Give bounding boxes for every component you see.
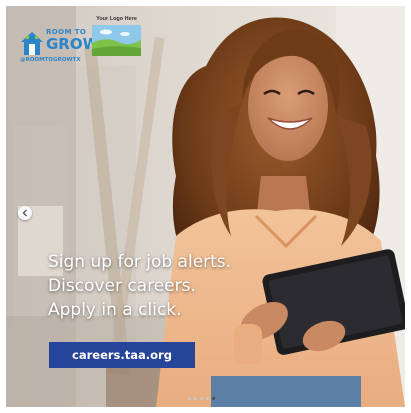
headline-line-3: Apply in a click. — [48, 300, 182, 320]
headline-line-1: Sign up for job alerts. — [48, 252, 232, 272]
carousel-dot[interactable] — [206, 397, 209, 400]
careers-link-button[interactable]: careers.taa.org — [49, 342, 195, 368]
headline-line-2: Discover careers. — [48, 276, 196, 296]
logo-handle: @ROOMTOGROWTX — [20, 57, 81, 63]
carousel-dot[interactable] — [194, 397, 197, 400]
partner-logo-placeholder: Your Logo Here — [92, 16, 141, 58]
carousel-dots — [188, 397, 215, 403]
partner-logo-label: Your Logo Here — [96, 16, 137, 22]
house-icon — [21, 32, 43, 55]
landscape-placeholder-icon — [92, 25, 141, 56]
carousel-dot[interactable] — [212, 397, 215, 400]
carousel-dot[interactable] — [200, 397, 203, 400]
carousel-dot[interactable] — [188, 397, 191, 400]
carousel-prev-button[interactable] — [18, 206, 32, 220]
room-to-grow-logo: ROOM TO GROW @ROOMTOGROWTX — [18, 24, 99, 66]
chevron-left-icon — [22, 209, 27, 217]
ad-card: ROOM TO GROW @ROOMTOGROWTX Your Logo Her… — [6, 6, 405, 407]
headline: Sign up for job alerts. Discover careers… — [48, 250, 288, 322]
